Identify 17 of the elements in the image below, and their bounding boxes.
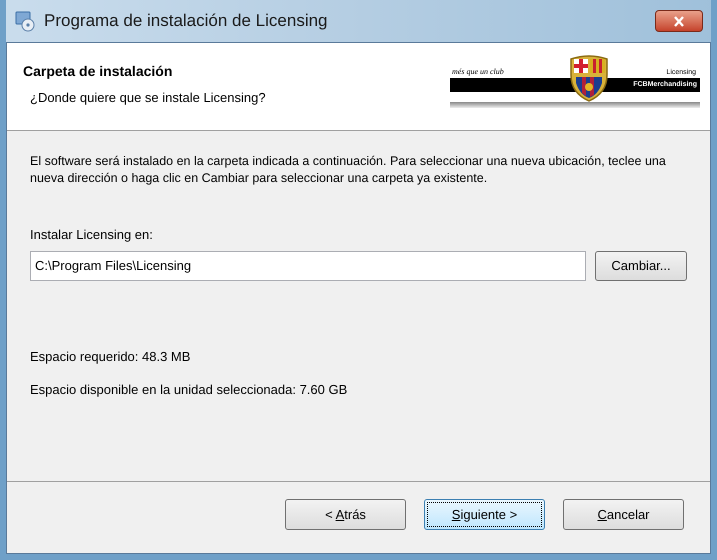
wizard-button[interactable]: Siguiente > xyxy=(424,499,545,530)
window-title: Programa de instalación de Licensing xyxy=(44,10,328,32)
close-icon xyxy=(673,16,685,26)
wizard-button[interactable]: < Atrás xyxy=(285,499,406,530)
wizard-button[interactable]: Cancelar xyxy=(563,499,684,530)
crest-icon xyxy=(568,53,610,103)
folder-path-field[interactable]: C:\Program Files\Licensing xyxy=(30,250,586,280)
close-button[interactable] xyxy=(655,10,703,32)
banner-motto: més que un club xyxy=(452,66,504,78)
change-button[interactable]: Cambiar... xyxy=(595,250,687,280)
page-title: Carpeta de instalación xyxy=(23,62,174,81)
folder-label: Instalar Licensing en: xyxy=(30,226,154,244)
description-text: El software será instalado en la carpeta indicada a continuación. Para seleccionar una nueva ubicación, teclee una nueva dirección o haga clic en Cambiar para seleccionar una carpeta ya existente. xyxy=(30,153,667,187)
installer-icon xyxy=(14,10,36,32)
disk-space-text: Espacio disponible en la unidad seleccionada: 7.60 GB xyxy=(30,381,348,399)
disk-space-text: Espacio requerido: 48.3 MB xyxy=(30,348,192,366)
page-subtitle: ¿Donde quiere que se instale Licensing? xyxy=(29,89,266,107)
